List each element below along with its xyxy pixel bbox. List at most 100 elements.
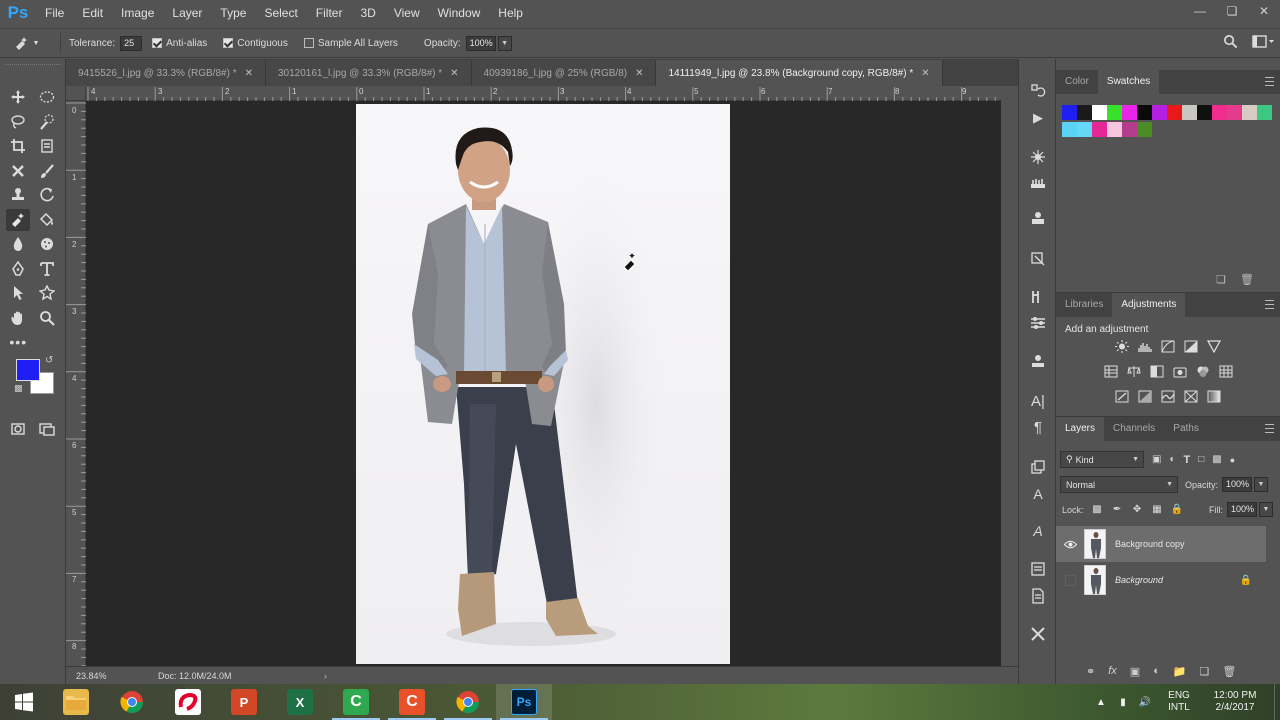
healing-brush-tool-icon[interactable] (6, 160, 30, 182)
properties-icon[interactable] (1028, 313, 1048, 333)
close-tab-icon[interactable]: ✕ (921, 68, 929, 79)
gradient-map-icon[interactable] (1206, 389, 1223, 404)
battery-icon[interactable]: ▮ (1112, 697, 1134, 708)
quick-selection-tool-icon[interactable] (35, 111, 59, 133)
move-tool-icon[interactable] (6, 86, 30, 108)
menu-window[interactable]: Window (429, 0, 490, 26)
tool-presets-icon[interactable] (1028, 287, 1048, 307)
black-white-icon[interactable] (1148, 364, 1165, 379)
exposure-icon[interactable] (1183, 339, 1200, 354)
menu-filter[interactable]: Filter (307, 0, 352, 26)
fill-input[interactable]: 100% (1227, 502, 1257, 517)
powerpoint-icon[interactable]: P (216, 684, 272, 720)
chrome-icon[interactable] (104, 684, 160, 720)
delete-layer-icon[interactable]: 🗑 (1222, 665, 1236, 678)
search-icon[interactable] (1223, 34, 1238, 49)
camtasia-green-icon[interactable]: C (328, 684, 384, 720)
document-tab[interactable]: 30120161_l.jpg @ 33.3% (RGB/8#) * ✕ (265, 60, 472, 86)
character-icon[interactable]: A| (1028, 391, 1048, 411)
visibility-toggle[interactable] (1056, 574, 1084, 586)
color-balance-icon[interactable] (1125, 364, 1142, 379)
levels-icon[interactable] (1137, 339, 1154, 354)
panel-menu-icon[interactable] (1265, 424, 1274, 433)
minimize-icon[interactable]: — (1184, 0, 1216, 22)
menu-edit[interactable]: Edit (73, 0, 112, 26)
menu-image[interactable]: Image (112, 0, 163, 26)
blur-tool-icon[interactable] (6, 233, 30, 255)
swatch[interactable] (1212, 105, 1227, 120)
hue-saturation-icon[interactable] (1102, 364, 1119, 379)
eyedropper-tool-icon[interactable] (35, 135, 59, 157)
panel-menu-icon[interactable] (1265, 77, 1274, 86)
blend-mode-select[interactable]: Normal ▼ (1060, 476, 1178, 493)
transform-icon[interactable] (1028, 249, 1048, 269)
type-tool-icon[interactable] (35, 258, 59, 280)
swatch[interactable] (1122, 122, 1137, 137)
volume-icon[interactable]: 🔊 (1134, 697, 1156, 708)
invert-icon[interactable] (1114, 389, 1131, 404)
lock-all-icon[interactable]: 🔒 (1171, 503, 1184, 516)
input-language[interactable]: ENG INTL (1156, 690, 1202, 714)
swatch[interactable] (1107, 105, 1122, 120)
new-group-icon[interactable]: 📁 (1173, 665, 1187, 678)
menu-type[interactable]: Type (211, 0, 255, 26)
swatch[interactable] (1122, 105, 1137, 120)
swatch[interactable] (1077, 105, 1092, 120)
filter-shape-icon[interactable]: □ (1198, 454, 1204, 465)
ruler-origin[interactable] (66, 87, 86, 101)
tab-paths[interactable]: Paths (1164, 417, 1208, 441)
lock-position-icon[interactable]: ✥ (1131, 503, 1144, 516)
status-menu-arrow[interactable]: › (256, 671, 327, 681)
swatch[interactable] (1092, 122, 1107, 137)
threshold-icon[interactable] (1160, 389, 1177, 404)
tolerance-input[interactable]: 25 (120, 35, 143, 51)
new-swatch-icon[interactable]: ❏ (1216, 273, 1226, 286)
vibrance-icon[interactable] (1206, 339, 1223, 354)
menu-help[interactable]: Help (489, 0, 532, 26)
fill-dropdown[interactable]: ▼ (1259, 502, 1273, 517)
panel-menu-icon[interactable] (1265, 300, 1274, 309)
color-lookup-icon[interactable] (1217, 364, 1234, 379)
history-brush-tool-icon[interactable] (35, 184, 59, 206)
close-tab-icon[interactable]: ✕ (635, 68, 643, 79)
stamp-icon[interactable] (1028, 352, 1048, 372)
channel-mixer-icon[interactable] (1194, 364, 1211, 379)
menu-file[interactable]: File (36, 0, 73, 26)
magic-eraser-tool-icon[interactable] (6, 208, 31, 231)
swatch[interactable] (1077, 122, 1092, 137)
swatch[interactable] (1062, 105, 1077, 120)
document-tab[interactable]: 9415526_l.jpg @ 33.3% (RGB/8#) * ✕ (66, 60, 266, 86)
swatch[interactable] (1167, 105, 1182, 120)
close-icon[interactable]: ✕ (1248, 0, 1280, 22)
lock-transparent-icon[interactable]: ▩ (1091, 503, 1104, 516)
camtasia-orange-icon[interactable]: C (384, 684, 440, 720)
default-colors-icon[interactable]: ▩ (14, 383, 23, 394)
brightness-contrast-icon[interactable] (1114, 339, 1131, 354)
swatch[interactable] (1107, 122, 1122, 137)
layer-opacity-input[interactable]: 100% (1222, 477, 1253, 492)
opacity-input[interactable]: 100% (465, 35, 496, 51)
tool-preset-picker[interactable]: ▼ (0, 35, 52, 51)
brush-tool-icon[interactable] (35, 160, 59, 182)
more-tools-icon[interactable]: ••• (6, 331, 30, 353)
layer-style-icon[interactable]: fx (1108, 665, 1117, 678)
swatch[interactable] (1242, 105, 1257, 120)
tab-swatches[interactable]: Swatches (1097, 70, 1160, 94)
show-desktop-button[interactable] (1274, 684, 1280, 720)
swatch[interactable] (1092, 105, 1107, 120)
document-tab[interactable]: 40939186_l.jpg @ 25% (RGB/8) ✕ (471, 60, 657, 86)
brush-presets-icon[interactable] (1028, 173, 1048, 193)
curves-icon[interactable] (1160, 339, 1177, 354)
vertical-scrollbar[interactable] (1001, 101, 1018, 666)
layer-opacity-dropdown[interactable]: ▼ (1254, 477, 1269, 492)
airtel-icon[interactable] (160, 684, 216, 720)
lasso-tool-icon[interactable] (6, 111, 30, 133)
selective-color-icon[interactable] (1183, 389, 1200, 404)
workspace-icon[interactable] (1252, 34, 1274, 49)
notes-icon[interactable] (1028, 586, 1048, 606)
eye-icon[interactable] (1056, 540, 1084, 549)
new-adjustment-layer-icon[interactable]: ◐ (1153, 665, 1160, 678)
clone-source-icon[interactable] (1028, 209, 1048, 229)
layer-row-background[interactable]: Background 🔒 (1056, 562, 1266, 598)
tab-layers[interactable]: Layers (1056, 417, 1105, 441)
